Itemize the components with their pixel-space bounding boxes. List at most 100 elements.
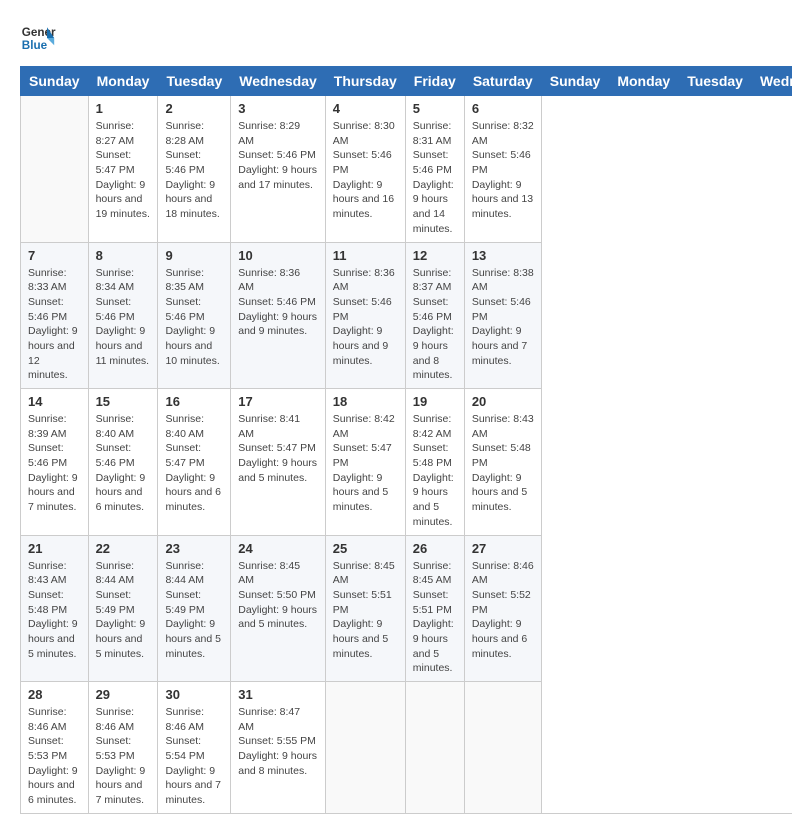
calendar-cell: 21 Sunrise: 8:43 AMSunset: 5:48 PMDayligh… (21, 535, 89, 682)
day-info: Sunrise: 8:40 AMSunset: 5:47 PMDaylight:… (165, 412, 223, 515)
column-header-tuesday: Tuesday (679, 67, 752, 96)
day-info: Sunrise: 8:46 AMSunset: 5:52 PMDaylight:… (472, 559, 534, 662)
logo-icon: General Blue (20, 20, 56, 56)
day-number: 12 (413, 248, 457, 263)
day-number: 25 (333, 541, 398, 556)
day-number: 3 (238, 101, 318, 116)
column-header-tuesday: Tuesday (158, 67, 231, 96)
calendar-week-3: 14 Sunrise: 8:39 AMSunset: 5:46 PMDayligh… (21, 389, 792, 536)
day-info: Sunrise: 8:28 AMSunset: 5:46 PMDaylight:… (165, 119, 223, 222)
calendar-cell: 2 Sunrise: 8:28 AMSunset: 5:46 PMDaylight… (158, 96, 231, 243)
calendar-week-1: 1 Sunrise: 8:27 AMSunset: 5:47 PMDaylight… (21, 96, 792, 243)
calendar-cell: 5 Sunrise: 8:31 AMSunset: 5:46 PMDaylight… (405, 96, 464, 243)
calendar-cell: 20 Sunrise: 8:43 AMSunset: 5:48 PMDayligh… (464, 389, 541, 536)
day-number: 29 (96, 687, 151, 702)
day-number: 8 (96, 248, 151, 263)
day-number: 7 (28, 248, 81, 263)
calendar-cell: 10Sunrise: 8:36 AMSunset: 5:46 PMDayligh… (231, 242, 326, 389)
calendar-cell: 17 Sunrise: 8:41 AMSunset: 5:47 PMDayligh… (231, 389, 326, 536)
day-number: 4 (333, 101, 398, 116)
day-number: 28 (28, 687, 81, 702)
day-info: Sunrise: 8:42 AMSunset: 5:47 PMDaylight:… (333, 412, 398, 515)
column-header-saturday: Saturday (464, 67, 541, 96)
day-info: Sunrise: 8:45 AMSunset: 5:51 PMDaylight:… (333, 559, 398, 662)
calendar-week-2: 7 Sunrise: 8:33 AMSunset: 5:46 PMDaylight… (21, 242, 792, 389)
column-header-sunday: Sunday (541, 67, 609, 96)
day-number: 2 (165, 101, 223, 116)
calendar-cell (464, 682, 541, 814)
day-number: 16 (165, 394, 223, 409)
day-number: 11 (333, 248, 398, 263)
day-info: Sunrise: 8:29 AMSunset: 5:46 PMDaylight:… (238, 119, 318, 192)
calendar-cell: 22 Sunrise: 8:44 AMSunset: 5:49 PMDayligh… (88, 535, 158, 682)
day-number: 21 (28, 541, 81, 556)
day-number: 30 (165, 687, 223, 702)
day-info: Sunrise: 8:46 AMSunset: 5:53 PMDaylight:… (96, 705, 151, 808)
day-number: 17 (238, 394, 318, 409)
calendar-cell: 27Sunrise: 8:46 AMSunset: 5:52 PMDayligh… (464, 535, 541, 682)
calendar-cell: 18Sunrise: 8:42 AMSunset: 5:47 PMDayligh… (325, 389, 405, 536)
day-number: 22 (96, 541, 151, 556)
day-info: Sunrise: 8:44 AMSunset: 5:49 PMDaylight:… (165, 559, 223, 662)
calendar-cell: 23 Sunrise: 8:44 AMSunset: 5:49 PMDayligh… (158, 535, 231, 682)
calendar-cell (21, 96, 89, 243)
day-number: 9 (165, 248, 223, 263)
day-number: 20 (472, 394, 534, 409)
day-number: 19 (413, 394, 457, 409)
day-info: Sunrise: 8:43 AMSunset: 5:48 PMDaylight:… (472, 412, 534, 515)
day-info: Sunrise: 8:35 AMSunset: 5:46 PMDaylight:… (165, 266, 223, 369)
day-number: 10 (238, 248, 318, 263)
calendar-cell: 13 Sunrise: 8:38 AMSunset: 5:46 PMDayligh… (464, 242, 541, 389)
column-header-friday: Friday (405, 67, 464, 96)
day-info: Sunrise: 8:39 AMSunset: 5:46 PMDaylight:… (28, 412, 81, 515)
day-number: 14 (28, 394, 81, 409)
column-header-thursday: Thursday (325, 67, 405, 96)
calendar-header-row: SundayMondayTuesdayWednesdayThursdayFrid… (21, 67, 792, 96)
calendar-cell: 26Sunrise: 8:45 AMSunset: 5:51 PMDayligh… (405, 535, 464, 682)
day-info: Sunrise: 8:38 AMSunset: 5:46 PMDaylight:… (472, 266, 534, 369)
day-number: 6 (472, 101, 534, 116)
calendar-week-5: 28 Sunrise: 8:46 AMSunset: 5:53 PMDayligh… (21, 682, 792, 814)
column-header-wednesday: Wednesday (751, 67, 792, 96)
calendar-cell: 4 Sunrise: 8:30 AMSunset: 5:46 PMDaylight… (325, 96, 405, 243)
day-number: 1 (96, 101, 151, 116)
day-info: Sunrise: 8:27 AMSunset: 5:47 PMDaylight:… (96, 119, 151, 222)
calendar-cell: 16 Sunrise: 8:40 AMSunset: 5:47 PMDayligh… (158, 389, 231, 536)
day-number: 24 (238, 541, 318, 556)
day-info: Sunrise: 8:33 AMSunset: 5:46 PMDaylight:… (28, 266, 81, 384)
column-header-sunday: Sunday (21, 67, 89, 96)
calendar-cell: 25 Sunrise: 8:45 AMSunset: 5:51 PMDayligh… (325, 535, 405, 682)
logo: General Blue (20, 20, 56, 56)
calendar-cell: 8Sunrise: 8:34 AMSunset: 5:46 PMDaylight… (88, 242, 158, 389)
day-number: 26 (413, 541, 457, 556)
calendar-cell: 3 Sunrise: 8:29 AMSunset: 5:46 PMDaylight… (231, 96, 326, 243)
day-info: Sunrise: 8:32 AMSunset: 5:46 PMDaylight:… (472, 119, 534, 222)
day-info: Sunrise: 8:46 AMSunset: 5:54 PMDaylight:… (165, 705, 223, 808)
day-info: Sunrise: 8:30 AMSunset: 5:46 PMDaylight:… (333, 119, 398, 222)
day-info: Sunrise: 8:46 AMSunset: 5:53 PMDaylight:… (28, 705, 81, 808)
svg-text:Blue: Blue (22, 39, 48, 52)
calendar-cell: 19Sunrise: 8:42 AMSunset: 5:48 PMDayligh… (405, 389, 464, 536)
calendar-table: SundayMondayTuesdayWednesdayThursdayFrid… (20, 66, 792, 814)
calendar-cell: 15 Sunrise: 8:40 AMSunset: 5:46 PMDayligh… (88, 389, 158, 536)
day-number: 13 (472, 248, 534, 263)
calendar-cell: 14 Sunrise: 8:39 AMSunset: 5:46 PMDayligh… (21, 389, 89, 536)
header: General Blue (20, 20, 772, 56)
day-info: Sunrise: 8:45 AMSunset: 5:50 PMDaylight:… (238, 559, 318, 632)
day-number: 5 (413, 101, 457, 116)
column-header-wednesday: Wednesday (231, 67, 326, 96)
calendar-week-4: 21 Sunrise: 8:43 AMSunset: 5:48 PMDayligh… (21, 535, 792, 682)
calendar-cell (325, 682, 405, 814)
day-info: Sunrise: 8:41 AMSunset: 5:47 PMDaylight:… (238, 412, 318, 485)
day-number: 15 (96, 394, 151, 409)
day-info: Sunrise: 8:44 AMSunset: 5:49 PMDaylight:… (96, 559, 151, 662)
day-number: 23 (165, 541, 223, 556)
day-info: Sunrise: 8:31 AMSunset: 5:46 PMDaylight:… (413, 119, 457, 237)
day-info: Sunrise: 8:36 AMSunset: 5:46 PMDaylight:… (333, 266, 398, 369)
calendar-cell (405, 682, 464, 814)
calendar-cell: 30 Sunrise: 8:46 AMSunset: 5:54 PMDayligh… (158, 682, 231, 814)
column-header-monday: Monday (88, 67, 158, 96)
day-info: Sunrise: 8:43 AMSunset: 5:48 PMDaylight:… (28, 559, 81, 662)
calendar-cell: 28 Sunrise: 8:46 AMSunset: 5:53 PMDayligh… (21, 682, 89, 814)
day-info: Sunrise: 8:40 AMSunset: 5:46 PMDaylight:… (96, 412, 151, 515)
